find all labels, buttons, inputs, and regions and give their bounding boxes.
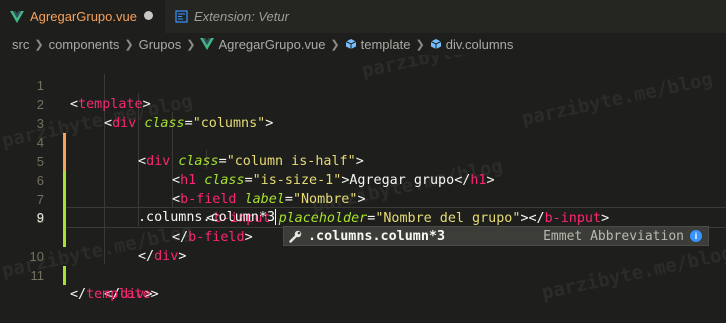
wrench-icon [289, 230, 302, 243]
code-text: .columns.column*3 [138, 209, 277, 225]
chevron-right-icon: ❯ [415, 38, 425, 51]
vue-icon [200, 38, 215, 50]
info-icon[interactable]: i [690, 230, 702, 242]
line-number: 11 [30, 268, 45, 283]
code-line: 11 </template> [0, 247, 726, 302]
suggestion-detail: Emmet Abbreviation [543, 228, 684, 244]
tab-extension-vetur[interactable]: Extension: Vetur [165, 0, 325, 33]
code-line: 3 <div class="column is-half"> [0, 95, 726, 169]
code-line: 2 <div class="columns"> [0, 76, 726, 131]
code-line-current: 9 .columns.column*3 [0, 207, 726, 228]
suggestion-widget[interactable]: .columns.column*3 Emmet Abbreviation i [283, 226, 709, 246]
breadcrumb-item[interactable]: src [12, 37, 29, 52]
suggestion-label[interactable]: .columns.column*3 [308, 229, 445, 244]
tab-label: AgregarGrupo.vue [30, 9, 137, 24]
gutter-added-marker[interactable] [63, 208, 66, 227]
cube-icon [430, 39, 441, 49]
tab-label: Extension: Vetur [194, 9, 289, 24]
code-line: 1 <template> [0, 57, 726, 112]
chevron-right-icon: ❯ [124, 38, 134, 51]
breadcrumb-item[interactable]: div.columns [446, 37, 514, 52]
extension-preview-icon [175, 10, 188, 23]
code-text: </template> [70, 287, 159, 302]
breadcrumb-item[interactable]: template [361, 37, 411, 52]
cube-icon [345, 39, 356, 49]
code-editor[interactable]: 1 <template> 2 <div class="columns"> 3 <… [0, 55, 726, 311]
code-line: 5 <b-field label="Nombre"> [0, 133, 726, 207]
unsaved-dot-icon[interactable] [144, 11, 153, 20]
breadcrumb: src ❯ components ❯ Grupos ❯ AgregarGrupo… [0, 33, 726, 55]
chevron-right-icon: ❯ [330, 38, 340, 51]
breadcrumb-item[interactable]: components [49, 37, 120, 52]
chevron-right-icon: ❯ [186, 38, 196, 51]
vue-icon [10, 10, 24, 23]
line-number: 9 [36, 210, 44, 225]
tab-agregargrupo[interactable]: AgregarGrupo.vue [0, 0, 165, 33]
tab-bar: AgregarGrupo.vue Extension: Vetur [0, 0, 726, 33]
code-line: 7 </b-field> [0, 171, 726, 245]
code-line: 6 <b-input placeholder="Nombre del grupo… [0, 152, 726, 226]
breadcrumb-item[interactable]: Grupos [139, 37, 182, 52]
gutter-added-marker[interactable] [63, 266, 66, 285]
code-line: 4 <h1 class="is-size-1">Agregar grupo</h… [0, 114, 726, 188]
breadcrumb-item[interactable]: AgregarGrupo.vue [218, 37, 325, 52]
chevron-right-icon: ❯ [34, 38, 44, 51]
text-cursor [275, 209, 277, 225]
